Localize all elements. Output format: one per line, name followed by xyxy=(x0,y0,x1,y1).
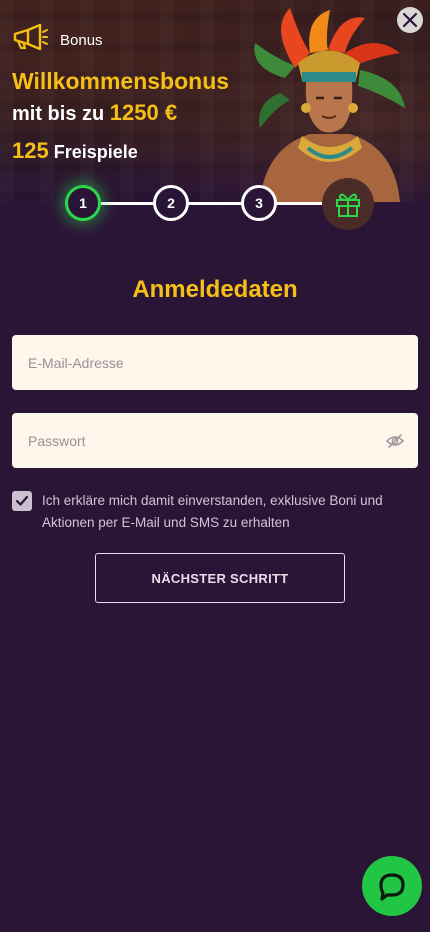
eye-off-icon[interactable] xyxy=(386,432,404,450)
step-2: 2 xyxy=(153,185,189,221)
chat-icon xyxy=(379,873,405,901)
chat-button[interactable] xyxy=(362,856,422,916)
next-step-button[interactable]: NÄCHSTER SCHRITT xyxy=(95,553,345,603)
bonus-amount-prefix: mit bis zu xyxy=(12,103,105,125)
close-button[interactable] xyxy=(397,7,423,33)
bonus-label: Bonus xyxy=(60,31,103,49)
free-spins-count: 125 xyxy=(12,138,49,163)
gift-icon xyxy=(336,193,360,217)
consent-text: Ich erkläre mich damit einverstanden, ex… xyxy=(42,493,383,530)
email-field[interactable] xyxy=(26,353,404,372)
free-spins-label: Freispiele xyxy=(53,142,138,162)
bonus-amount-line: mit bis zu 1250 € xyxy=(12,100,177,126)
password-field-wrapper xyxy=(12,413,418,468)
warrior-illustration xyxy=(254,8,405,202)
bonus-header: Bonus xyxy=(12,23,103,56)
step-connector xyxy=(276,202,324,205)
hero-banner: Bonus Willkommensbonus mit bis zu 1250 €… xyxy=(0,0,430,202)
consent-checkbox[interactable] xyxy=(12,491,32,511)
step-3: 3 xyxy=(241,185,277,221)
check-icon xyxy=(15,495,29,506)
step-connector xyxy=(188,202,244,205)
megaphone-icon xyxy=(12,23,48,56)
password-field[interactable] xyxy=(26,431,386,450)
bonus-amount: 1250 € xyxy=(109,100,178,125)
form-title: Anmeldedaten xyxy=(132,276,298,303)
step-reward xyxy=(322,178,374,230)
step-1: 1 xyxy=(65,185,101,221)
close-icon xyxy=(402,12,418,28)
welcome-bonus-title: Willkommensbonus xyxy=(12,68,230,94)
free-spins-line: 125 Freispiele xyxy=(12,138,138,164)
step-connector xyxy=(100,202,156,205)
email-field-wrapper xyxy=(12,335,418,390)
consent-row: Ich erkläre mich damit einverstanden, ex… xyxy=(12,490,422,534)
